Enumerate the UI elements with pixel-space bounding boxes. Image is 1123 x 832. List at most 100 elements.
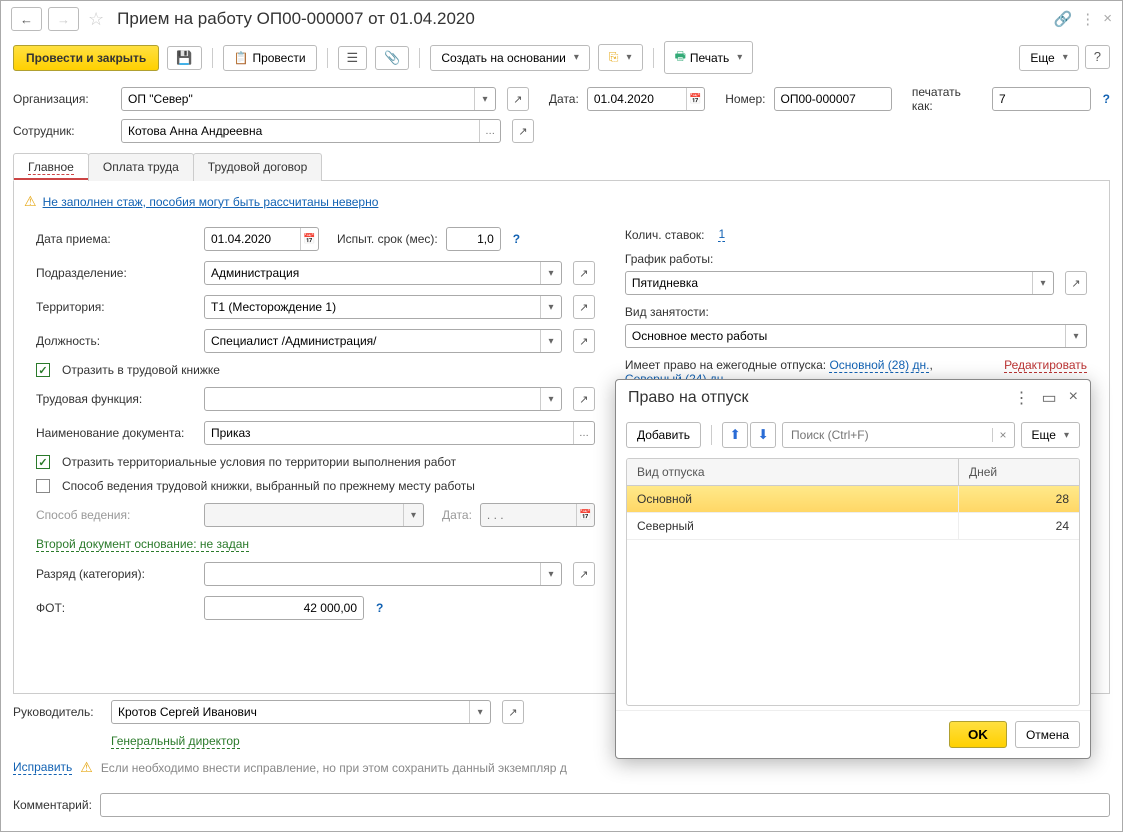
back-button[interactable]: ← xyxy=(11,7,42,31)
org-label: Организация: xyxy=(13,92,113,106)
terr-cond-checkbox[interactable] xyxy=(36,455,50,469)
number-input[interactable] xyxy=(774,87,892,111)
trial-help[interactable]: ? xyxy=(513,232,520,246)
printas-input[interactable] xyxy=(992,87,1091,111)
fix-note: Если необходимо внести исправление, но п… xyxy=(101,761,567,775)
number-label: Номер: xyxy=(725,92,765,106)
emp-type-label: Вид занятости: xyxy=(625,305,709,319)
fot-input[interactable] xyxy=(204,596,364,620)
employee-open-button[interactable]: ↗ xyxy=(512,119,534,143)
category-open[interactable]: ↗ xyxy=(573,562,595,586)
dialog-footer: OK Отмена xyxy=(616,710,1090,758)
cancel-button[interactable]: Отмена xyxy=(1015,721,1080,748)
method-input: ▾ xyxy=(204,503,424,527)
date2-label: Дата: xyxy=(442,508,472,522)
category-input[interactable]: ▾ xyxy=(204,562,562,586)
leave-main-link[interactable]: Основной (28) дн. xyxy=(829,358,929,373)
terr-open[interactable]: ↗ xyxy=(573,295,595,319)
dialog-more-button[interactable]: Еще xyxy=(1021,422,1080,448)
func-label: Трудовая функция: xyxy=(36,392,196,406)
dialog-maximize-icon[interactable]: ▭ xyxy=(1042,388,1057,408)
table-header: Вид отпуска Дней xyxy=(627,459,1079,486)
trial-input[interactable] xyxy=(446,227,501,251)
dialog-close-icon[interactable]: × xyxy=(1069,388,1078,408)
move-down-button[interactable]: ⬇ xyxy=(750,422,776,448)
date-input[interactable]: 📅 xyxy=(587,87,705,111)
fot-help[interactable]: ? xyxy=(376,601,383,615)
dialog-titlebar: Право на отпуск ⋮ ▭ × xyxy=(616,380,1090,416)
dept-input[interactable]: ▾ xyxy=(204,261,562,285)
table-row[interactable]: Северный 24 xyxy=(627,513,1079,540)
workbook-checkbox[interactable] xyxy=(36,363,50,377)
manager-title-link[interactable]: Генеральный директор xyxy=(111,734,240,749)
hire-date-label: Дата приема: xyxy=(36,232,196,246)
move-up-button[interactable]: ⬆ xyxy=(722,422,748,448)
link-icon[interactable]: 🔗 xyxy=(1054,10,1073,28)
tabs: Главное Оплата труда Трудовой договор xyxy=(13,152,1110,181)
post-button[interactable]: 📋Провести xyxy=(223,45,317,71)
docname-input[interactable]: … xyxy=(204,421,595,445)
more-button[interactable]: Еще xyxy=(1019,45,1078,71)
ok-button[interactable]: OK xyxy=(949,721,1007,748)
toolbar: Провести и закрыть 💾 📋Провести ☰ 📎 Созда… xyxy=(1,37,1122,82)
edit-link[interactable]: Редактировать xyxy=(1004,358,1087,373)
position-open[interactable]: ↗ xyxy=(573,329,595,353)
category-label: Разряд (категория): xyxy=(36,567,196,581)
tab-main[interactable]: Главное xyxy=(13,153,89,181)
book-method-checkbox[interactable] xyxy=(36,479,50,493)
post-and-close-button[interactable]: Провести и закрыть xyxy=(13,45,159,71)
leave-rights-dialog: Право на отпуск ⋮ ▭ × Добавить ⬆ ⬇ × Еще… xyxy=(615,379,1091,759)
manager-open[interactable]: ↗ xyxy=(502,700,524,724)
main-window: ← → ☆ Прием на работу ОП00-000007 от 01.… xyxy=(0,0,1123,832)
func-open[interactable]: ↗ xyxy=(573,387,595,411)
position-input[interactable]: ▾ xyxy=(204,329,562,353)
titlebar: ← → ☆ Прием на работу ОП00-000007 от 01.… xyxy=(1,1,1122,37)
tab-contract[interactable]: Трудовой договор xyxy=(193,153,322,181)
add-button[interactable]: Добавить xyxy=(626,422,701,448)
terr-input[interactable]: ▾ xyxy=(204,295,562,319)
help-button[interactable]: ? xyxy=(1085,45,1110,69)
create-based-button[interactable]: Создать на основании xyxy=(430,45,590,71)
tab-payment[interactable]: Оплата труда xyxy=(88,153,194,181)
schedule-open[interactable]: ↗ xyxy=(1065,271,1087,295)
warning-icon: ⚠ xyxy=(24,193,37,210)
print-button[interactable]: 🖶Печать xyxy=(664,41,754,74)
rates-label: Колич. ставок: xyxy=(625,228,705,242)
close-icon[interactable]: × xyxy=(1103,10,1112,28)
printas-help[interactable]: ? xyxy=(1103,92,1110,106)
more-icon[interactable]: ⋮ xyxy=(1080,10,1095,28)
terr-cond-label: Отразить территориальные условия по терр… xyxy=(62,455,456,469)
leave-label: Имеет право на ежегодные отпуска: xyxy=(625,358,826,372)
warning-row: ⚠ Не заполнен стаж, пособия могут быть р… xyxy=(24,189,1099,214)
org-open-button[interactable]: ↗ xyxy=(507,87,529,111)
comment-input[interactable] xyxy=(100,793,1110,817)
employee-input[interactable]: … xyxy=(121,119,501,143)
struct-button[interactable]: ⎘ xyxy=(598,44,643,71)
emp-type-input[interactable]: ▾ xyxy=(625,324,1087,348)
save-button[interactable]: 💾 xyxy=(167,46,201,70)
func-input[interactable]: ▾ xyxy=(204,387,562,411)
forward-button[interactable]: → xyxy=(48,7,79,31)
rates-link[interactable]: 1 xyxy=(718,227,725,242)
clear-search-icon[interactable]: × xyxy=(992,428,1014,442)
fix-link[interactable]: Исправить xyxy=(13,760,72,775)
favorite-icon[interactable]: ☆ xyxy=(88,9,104,30)
second-doc-link[interactable]: Второй документ основание: не задан xyxy=(36,537,249,552)
hire-date-input[interactable]: 📅 xyxy=(204,227,319,251)
schedule-label: График работы: xyxy=(625,252,713,266)
dialog-more-icon[interactable]: ⋮ xyxy=(1014,388,1030,408)
doc-button[interactable]: ☰ xyxy=(338,46,368,70)
schedule-input[interactable]: ▾ xyxy=(625,271,1054,295)
header-row-2: Сотрудник: … ↗ xyxy=(1,116,1122,146)
col-days: Дней xyxy=(959,459,1079,485)
warning-link[interactable]: Не заполнен стаж, пособия могут быть рас… xyxy=(43,195,379,209)
org-input[interactable]: ▾ xyxy=(121,87,496,111)
attach-button[interactable]: 📎 xyxy=(375,46,409,70)
table-row[interactable]: Основной 28 xyxy=(627,486,1079,513)
col-type: Вид отпуска xyxy=(627,459,959,485)
search-input[interactable]: × xyxy=(782,422,1015,448)
dept-open[interactable]: ↗ xyxy=(573,261,595,285)
comment-row: Комментарий: xyxy=(1,787,1122,823)
manager-input[interactable]: ▾ xyxy=(111,700,491,724)
left-column: Дата приема: 📅 Испыт. срок (мес): ? Подр… xyxy=(36,222,595,625)
